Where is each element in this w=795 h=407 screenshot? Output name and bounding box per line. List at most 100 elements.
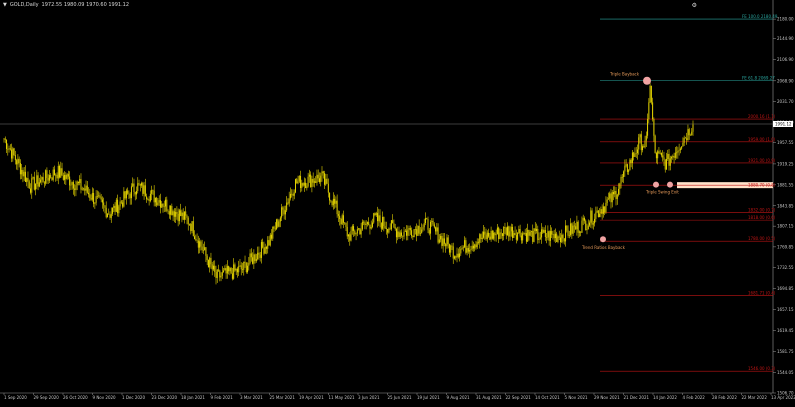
candle-body: [548, 231, 550, 241]
candle-body: [437, 227, 439, 243]
candle-body: [350, 230, 352, 241]
candle-body: [331, 201, 333, 206]
candle-body: [307, 176, 309, 187]
candle-body: [489, 236, 491, 240]
candle-body: [689, 134, 691, 136]
candle-body: [663, 157, 665, 160]
candle-body: [239, 265, 241, 267]
candle-body: [630, 159, 632, 163]
candle-body: [101, 199, 103, 203]
candle-body: [14, 155, 16, 161]
candle-body: [427, 219, 429, 230]
candle-body: [428, 229, 430, 234]
candle-body: [180, 210, 182, 217]
candle-body: [321, 171, 323, 176]
candle-body: [35, 183, 37, 190]
candle-body: [336, 200, 338, 215]
candle-body: [408, 228, 410, 230]
candle-body: [114, 205, 116, 212]
candle-body: [666, 159, 667, 170]
candle-body: [33, 177, 35, 190]
candle-body: [195, 239, 197, 240]
candle-body: [61, 168, 63, 176]
candle-body: [687, 129, 689, 141]
candle-body: [678, 150, 680, 151]
candle-body: [464, 240, 466, 248]
candle-body: [638, 137, 640, 150]
candle-body: [629, 159, 631, 171]
candle-body: [523, 233, 525, 235]
price-chart-svg[interactable]: 2180.002144.902106.902068.902031.701994.…: [0, 0, 795, 407]
candle-body: [228, 266, 230, 272]
trading-chart[interactable]: ▼ GOLD,Daily 1972.55 1980.09 1970.60 199…: [0, 0, 795, 407]
candle-body: [337, 214, 339, 216]
time-tick-label: 25 Jun 2021: [388, 395, 413, 400]
candle-body: [375, 213, 377, 216]
candle-body: [472, 245, 474, 249]
candle-body: [563, 238, 565, 242]
candle-body: [234, 264, 236, 271]
candle-body: [671, 157, 673, 159]
candle-body: [103, 202, 105, 206]
candle-body: [265, 246, 267, 249]
candle-body: [515, 235, 517, 240]
candle-body: [93, 193, 95, 204]
price-tick-label: 1544.05: [777, 370, 794, 375]
candle-body: [8, 148, 10, 150]
candle-body: [211, 264, 213, 270]
candle-body: [392, 220, 394, 224]
candle-body: [647, 119, 649, 136]
candle-body: [36, 175, 38, 184]
candle-body: [426, 218, 428, 220]
candle-body: [37, 175, 39, 187]
candle-body: [368, 222, 370, 225]
candle-body: [177, 213, 179, 222]
candle-body: [81, 188, 83, 190]
candle-body: [578, 231, 580, 233]
candle-body: [19, 163, 21, 175]
candle-body: [117, 199, 119, 214]
candle-body: [384, 226, 386, 229]
candle-body: [236, 268, 238, 273]
time-tick-label: 9 Aug 2021: [447, 395, 471, 400]
candle-body: [6, 139, 8, 149]
annotation-mid: Triple Swing Exit: [645, 190, 679, 195]
candle-body: [159, 200, 161, 208]
candle-body: [153, 190, 155, 203]
candle-body: [438, 239, 440, 243]
time-tick-label: 1 Dec 2020: [122, 395, 145, 400]
candle-body: [75, 185, 77, 190]
candle-body: [582, 218, 584, 221]
candle-body: [330, 200, 332, 202]
time-tick-label: 9 Feb 2021: [211, 395, 234, 400]
candle-body: [235, 268, 237, 271]
candle-body: [512, 226, 514, 238]
candle-body: [24, 171, 26, 183]
candle-body: [616, 194, 618, 200]
candle-body: [302, 183, 304, 186]
candle-body: [67, 174, 69, 177]
candle-body: [244, 261, 246, 263]
candle-body: [185, 211, 187, 216]
price-tick-label: 1957.55: [777, 140, 794, 145]
candle-body: [572, 225, 574, 234]
candle-body: [486, 232, 488, 240]
candle-body: [421, 229, 423, 234]
candle-body: [28, 181, 30, 189]
candle-body: [170, 205, 172, 215]
candle-body: [494, 232, 496, 236]
candle-body: [191, 221, 193, 232]
candle-body: [467, 248, 469, 252]
candle-body: [127, 190, 129, 194]
candle-body: [306, 186, 308, 189]
candle-body: [242, 269, 243, 270]
candle-body: [88, 192, 90, 195]
candle-body: [171, 205, 173, 216]
candle-body: [229, 267, 231, 272]
candle-body: [609, 193, 611, 199]
candle-body: [402, 235, 404, 237]
time-tick-label: 13 Apr 2022: [771, 395, 795, 400]
candle-body: [543, 229, 545, 233]
candle-body: [553, 234, 555, 239]
candle-body: [660, 152, 662, 156]
